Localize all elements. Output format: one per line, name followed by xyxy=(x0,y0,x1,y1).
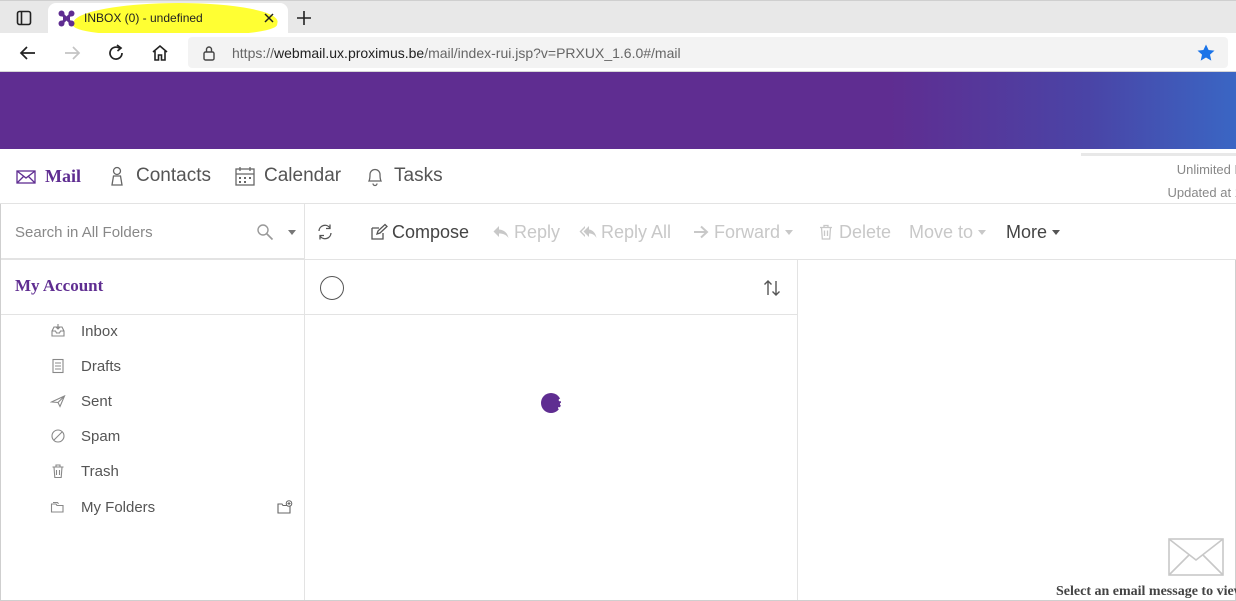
calendar-icon xyxy=(235,167,255,186)
app-header-banner xyxy=(0,72,1236,149)
proximus-favicon-icon xyxy=(58,10,75,27)
more-chevron-down-icon xyxy=(1052,229,1061,235)
module-tasks[interactable]: Tasks xyxy=(364,163,443,189)
folder-drafts[interactable]: Drafts xyxy=(1,349,305,383)
module-mail[interactable]: Mail xyxy=(15,163,81,189)
inbox-icon xyxy=(51,324,65,337)
favorite-star-icon[interactable] xyxy=(1196,43,1216,63)
spam-icon xyxy=(51,429,65,443)
more-label: More xyxy=(1006,221,1048,242)
module-calendar[interactable]: Calendar xyxy=(234,163,341,189)
module-calendar-label: Calendar xyxy=(264,165,342,186)
reply-label: Reply xyxy=(514,221,561,242)
move-to-button[interactable]: Move to xyxy=(909,220,987,244)
sort-icon[interactable] xyxy=(763,278,781,298)
refresh-list-button[interactable] xyxy=(316,220,338,244)
reply-button[interactable]: Reply xyxy=(492,220,560,244)
search-icon[interactable] xyxy=(256,223,274,241)
close-tab-icon[interactable] xyxy=(262,11,276,25)
url-path: /mail/index-rui.jsp?v=PRXUX_1.6.0#/mail xyxy=(424,45,681,61)
url-text[interactable]: https://webmail.ux.proximus.be/mail/inde… xyxy=(232,45,681,61)
module-mail-label: Mail xyxy=(45,165,81,186)
storage-updated-text: Updated at 12:1 xyxy=(1167,185,1236,199)
browser-tab-active[interactable]: INBOX (0) - undefined xyxy=(48,3,288,36)
sync-icon xyxy=(318,224,332,240)
back-icon[interactable] xyxy=(17,42,39,64)
folders-icon xyxy=(50,501,64,513)
search-options-chevron-down-icon[interactable] xyxy=(288,230,296,235)
forward-nav-icon[interactable] xyxy=(61,42,83,64)
folder-label: Spam xyxy=(81,427,121,445)
home-icon[interactable] xyxy=(149,42,171,64)
reply-icon xyxy=(493,226,509,238)
folder-spam[interactable]: Spam xyxy=(1,419,305,453)
bell-icon xyxy=(367,168,383,187)
search-input[interactable] xyxy=(13,218,243,246)
url-bar[interactable]: https://webmail.ux.proximus.be/mail/inde… xyxy=(188,37,1228,68)
loading-spinner-icon xyxy=(541,393,563,413)
storage-quota-text: Unlimited MB xyxy=(1176,162,1236,177)
module-contacts[interactable]: Contacts xyxy=(106,163,211,189)
storage-info: Unlimited MB Updated at 12:1 xyxy=(1081,153,1236,199)
mail-toolbar: Compose Reply Reply All Forward Delete M… xyxy=(305,204,1236,260)
folder-sidebar: My Account Inbox Drafts Sent Spam Trash … xyxy=(0,204,305,601)
add-folder-icon[interactable] xyxy=(277,500,293,514)
select-all-checkbox[interactable] xyxy=(320,276,344,300)
lock-icon[interactable] xyxy=(202,45,216,61)
sent-icon xyxy=(50,394,66,408)
module-tasks-label: Tasks xyxy=(394,165,443,186)
module-contacts-label: Contacts xyxy=(136,165,211,186)
folder-label: Trash xyxy=(81,462,119,480)
trash-icon xyxy=(52,464,64,479)
folder-label: Drafts xyxy=(81,357,122,375)
message-list-header xyxy=(305,260,797,315)
refresh-icon[interactable] xyxy=(105,42,127,64)
folder-label: Inbox xyxy=(81,322,118,340)
search-box xyxy=(1,204,305,260)
reading-pane: Select an email message to view xyxy=(798,260,1236,601)
folder-my-folders[interactable]: My Folders xyxy=(1,490,305,524)
new-tab-icon[interactable] xyxy=(294,8,314,28)
drafts-icon xyxy=(52,358,64,374)
reading-pane-empty-text: Select an email message to view xyxy=(1056,584,1236,599)
contacts-icon xyxy=(111,166,123,186)
mail-icon xyxy=(16,170,36,184)
forward-label: Forward xyxy=(714,221,781,242)
url-domain: webmail.ux.proximus.be xyxy=(274,45,425,61)
folder-trash[interactable]: Trash xyxy=(1,454,305,488)
tab-sidebar-icon[interactable] xyxy=(10,8,38,28)
move-to-label: Move to xyxy=(909,221,974,242)
folder-sent[interactable]: Sent xyxy=(1,384,305,418)
forward-icon xyxy=(694,225,709,239)
browser-address-bar: https://webmail.ux.proximus.be/mail/inde… xyxy=(0,33,1236,72)
forward-button[interactable]: Forward xyxy=(692,220,794,244)
url-scheme: https:// xyxy=(232,45,275,61)
module-nav: Mail Contacts Calendar Tasks Unlimited M… xyxy=(0,149,1236,204)
reply-all-label: Reply All xyxy=(601,221,672,242)
folder-label: My Folders xyxy=(81,498,156,516)
tab-title: INBOX (0) - undefined xyxy=(84,11,203,25)
delete-trash-icon xyxy=(820,224,832,240)
compose-icon xyxy=(371,223,388,240)
more-button[interactable]: More xyxy=(1006,220,1061,244)
move-to-chevron-down-icon xyxy=(978,229,987,235)
compose-button[interactable]: Compose xyxy=(370,220,469,244)
account-header[interactable]: My Account xyxy=(1,260,305,315)
reply-all-button[interactable]: Reply All xyxy=(579,220,671,244)
folder-label: Sent xyxy=(81,392,112,410)
delete-label: Delete xyxy=(839,221,892,242)
reply-all-icon xyxy=(579,226,597,238)
delete-button[interactable]: Delete xyxy=(817,220,891,244)
message-list xyxy=(305,260,798,601)
envelope-icon xyxy=(1168,538,1224,576)
folder-inbox[interactable]: Inbox xyxy=(1,314,305,348)
forward-chevron-down-icon xyxy=(785,229,794,235)
account-title: My Account xyxy=(15,276,104,295)
compose-label: Compose xyxy=(392,221,470,242)
browser-tab-bar: INBOX (0) - undefined xyxy=(0,0,1236,36)
